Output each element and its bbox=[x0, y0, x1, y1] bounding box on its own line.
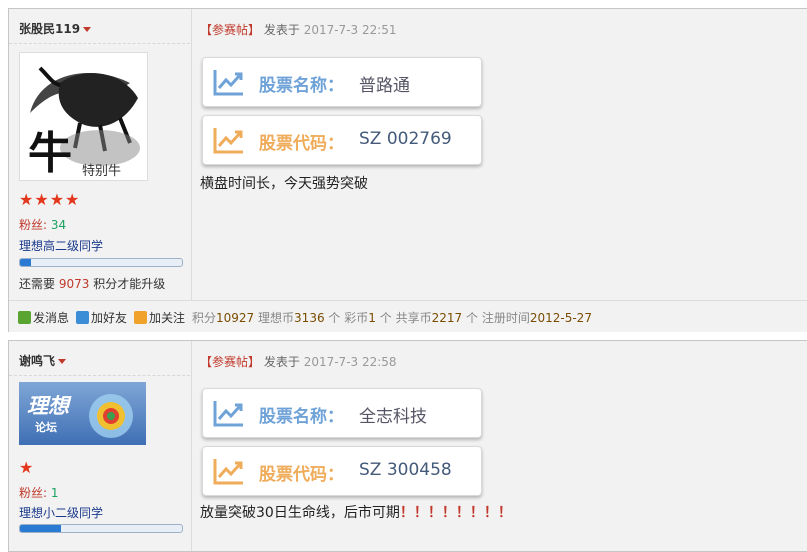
level-progress-bar bbox=[19, 258, 183, 267]
rank-stars: ★ bbox=[19, 458, 35, 477]
avatar-logo-text: 理想 bbox=[27, 394, 72, 418]
trend-chart-icon bbox=[213, 70, 243, 96]
plus-icon bbox=[134, 311, 147, 324]
level-progress-fill bbox=[20, 525, 61, 532]
level-progress-bar bbox=[19, 524, 183, 533]
fans-count: 粉丝: 34 bbox=[19, 218, 67, 232]
send-message-button[interactable]: 发消息 bbox=[18, 309, 69, 326]
avatar[interactable]: 理想 论坛 bbox=[19, 382, 146, 445]
level-progress-fill bbox=[20, 259, 32, 266]
stock-code-card: 股票代码： SZ 300458 bbox=[202, 446, 482, 496]
stock-code-value: SZ 002769 bbox=[359, 129, 452, 149]
add-friend-button[interactable]: 加好友 bbox=[76, 309, 127, 326]
post-tag[interactable]: 【参赛帖】 bbox=[200, 23, 260, 37]
add-user-icon bbox=[76, 311, 89, 324]
avatar-logo-subtext: 论坛 bbox=[35, 420, 57, 434]
trend-chart-icon bbox=[213, 128, 243, 154]
avatar-logo-text: 牛 bbox=[28, 128, 72, 179]
divider bbox=[9, 43, 190, 44]
chevron-down-icon[interactable] bbox=[83, 27, 92, 32]
stock-name-value: 全志科技 bbox=[359, 407, 427, 427]
stock-code-value: SZ 300458 bbox=[359, 460, 452, 480]
fans-count: 粉丝: 1 bbox=[19, 486, 59, 500]
post-body: 【参赛帖】 发表于 2017-7-3 22:58 股票名称： 全志科技 股票代码… bbox=[191, 341, 807, 551]
stock-name-card: 股票名称： 全志科技 bbox=[202, 388, 482, 438]
stock-name-label: 股票名称： bbox=[259, 407, 344, 427]
post-body: 【参赛帖】 发表于 2017-7-3 22:51 股票名称： 普路通 股票代码：… bbox=[191, 9, 807, 331]
username[interactable]: 张股民119 bbox=[19, 20, 92, 37]
user-stats: 积分10927 理想币3136 个 彩币1 个 共享币2217 个 注册时间20… bbox=[192, 311, 592, 325]
post-meta: 【参赛帖】 发表于 2017-7-3 22:58 bbox=[200, 355, 397, 369]
stock-code-label: 股票代码： bbox=[259, 134, 344, 154]
post-2: 谢鸣飞 理想 论坛 ★ 粉丝: 1 理想小二级同学 【参赛帖】 发表于 2017… bbox=[8, 340, 807, 552]
follow-button[interactable]: 加关注 bbox=[134, 309, 185, 326]
stock-name-label: 股票名称： bbox=[259, 76, 344, 96]
stock-code-label: 股票代码： bbox=[259, 465, 344, 485]
post-text: 横盘时间长，今天强势突破 bbox=[200, 176, 368, 192]
user-grade[interactable]: 理想小二级同学 bbox=[19, 504, 103, 521]
post-text: 放量突破30日生命线，后市可期！！！！！！！！ bbox=[200, 505, 512, 521]
post-1: 张股民119 牛 特别牛 ★★★★ 粉丝: 34 理想高二级同学 还需要 907… bbox=[8, 8, 807, 332]
stock-name-card: 股票名称： 普路通 bbox=[202, 57, 482, 107]
trend-chart-icon bbox=[213, 459, 243, 485]
user-grade[interactable]: 理想高二级同学 bbox=[19, 237, 103, 254]
chevron-down-icon[interactable] bbox=[58, 359, 67, 364]
envelope-icon bbox=[18, 311, 31, 324]
divider bbox=[9, 375, 190, 376]
post-tag[interactable]: 【参赛帖】 bbox=[200, 355, 260, 369]
avatar-signature: 特别牛 bbox=[82, 164, 121, 179]
upgrade-note: 还需要 9073 积分才能升级 bbox=[19, 277, 166, 291]
stock-code-card: 股票代码： SZ 002769 bbox=[202, 115, 482, 165]
username[interactable]: 谢鸣飞 bbox=[19, 352, 67, 369]
trend-chart-icon bbox=[213, 401, 243, 427]
post-meta: 【参赛帖】 发表于 2017-7-3 22:51 bbox=[200, 23, 397, 37]
rank-stars: ★★★★ bbox=[19, 190, 81, 209]
post-footer: 发消息 加好友 加关注 积分10927 理想币3136 个 彩币1 个 共享币2… bbox=[9, 300, 807, 332]
avatar[interactable]: 牛 特别牛 bbox=[19, 52, 148, 181]
author-sidebar: 谢鸣飞 理想 论坛 ★ 粉丝: 1 理想小二级同学 bbox=[9, 341, 190, 551]
author-sidebar: 张股民119 牛 特别牛 ★★★★ 粉丝: 34 理想高二级同学 还需要 907… bbox=[9, 9, 190, 331]
stock-name-value: 普路通 bbox=[359, 76, 410, 96]
